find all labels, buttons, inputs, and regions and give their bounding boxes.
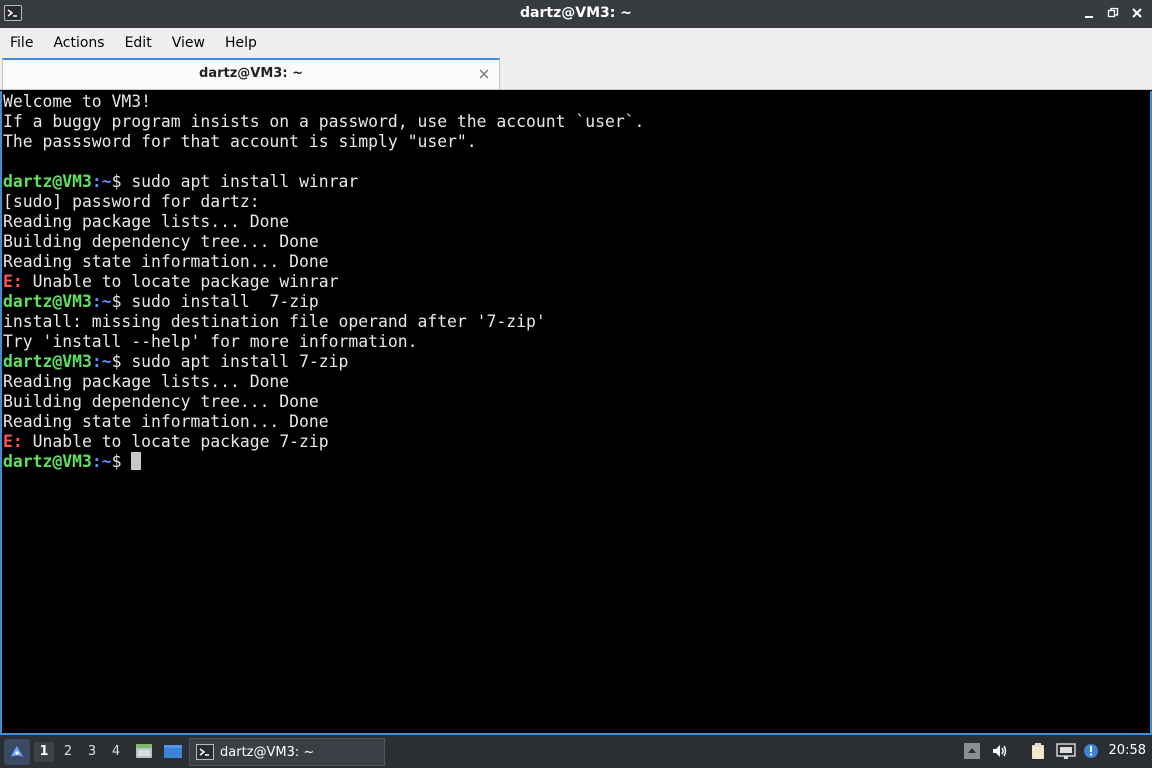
desktop-1[interactable]: 1 [34,742,54,762]
terminal-line: Reading package lists... Done [3,372,644,392]
network-icon[interactable] [1056,742,1076,760]
output-text: install: missing destination file operan… [3,312,546,331]
prompt-symbol: $ [111,292,132,311]
menu-edit[interactable]: Edit [125,31,152,55]
terminal-line: install: missing destination file operan… [3,312,644,332]
command-text: sudo apt install 7-zip [131,352,349,371]
output-text: Building dependency tree... Done [3,232,319,251]
window-title: dartz@VM3: ~ [520,5,632,21]
terminal-line: dartz@VM3:~$ sudo apt install 7-zip [3,352,644,372]
tab-bar: dartz@VM3: ~ [0,58,1152,90]
output-text: [sudo] password for dartz: [3,192,260,211]
menu-view[interactable]: View [172,31,205,55]
terminal-line: E: Unable to locate package winrar [3,272,644,292]
menu-file[interactable]: File [10,31,33,55]
error-prefix: E: [3,272,23,291]
terminal-output: Welcome to VM3! If a buggy program insist… [3,92,644,472]
restore-button[interactable] [1106,4,1120,22]
terminal-line: dartz@VM3:~$ sudo install 7-zip [3,292,644,312]
prompt-user: dartz@VM3 [3,172,92,191]
title-bar: dartz@VM3: ~ [0,0,1152,28]
prompt-user: dartz@VM3 [3,452,92,471]
output-text: Reading package lists... Done [3,212,290,231]
terminal-line: [sudo] password for dartz: [3,192,644,212]
menu-actions[interactable]: Actions [53,31,104,55]
volume-icon[interactable] [991,742,1009,760]
error-text: Unable to locate package winrar [22,272,339,291]
prompt-symbol: $ [111,352,132,371]
prompt-path: :~ [91,352,112,371]
terminal-line: Reading state information... Done [3,252,644,272]
tab-label: dartz@VM3: ~ [199,66,303,81]
app-menu-icon [11,746,23,757]
show-desktop-icon[interactable] [163,741,183,761]
menu-help[interactable]: Help [225,31,257,55]
prompt-symbol: $ [111,172,132,191]
command-text: sudo apt install winrar [131,172,359,191]
tab-terminal[interactable]: dartz@VM3: ~ [2,58,500,89]
prompt-symbol: $ [111,452,132,471]
prompt-path: :~ [91,452,112,471]
terminal-line: E: Unable to locate package 7-zip [3,432,644,452]
clock[interactable]: 20:58 [1109,743,1146,758]
clipboard-icon[interactable] [1029,742,1047,760]
desktop-4[interactable]: 4 [106,742,126,762]
taskbar-terminal-task[interactable]: dartz@VM3: ~ [189,738,385,766]
taskbar: 1 2 3 4 dartz@VM3: ~ 20:58 [0,735,1152,768]
terminal-line: dartz@VM3:~$ [3,452,644,472]
terminal-line: Reading package lists... Done [3,212,644,232]
desktop-2[interactable]: 2 [58,742,78,762]
prompt-user: dartz@VM3 [3,292,92,311]
output-text: Reading state information... Done [3,412,329,431]
output-text: Building dependency tree... Done [3,392,319,411]
close-button[interactable] [1130,4,1144,22]
terminal-line: Reading state information... Done [3,412,644,432]
prompt-path: :~ [91,292,112,311]
output-text: If a buggy program insists on a password… [3,112,645,131]
desktop-3[interactable]: 3 [82,742,102,762]
terminal-line: Building dependency tree... Done [3,392,644,412]
minimize-button[interactable] [1082,4,1096,22]
file-manager-icon[interactable] [134,741,154,761]
command-text: sudo install 7-zip [131,292,319,311]
task-label: dartz@VM3: ~ [220,744,315,760]
terminal-line: If a buggy program insists on a password… [3,112,644,132]
terminal-view[interactable]: Welcome to VM3! If a buggy program insist… [0,91,1152,735]
output-text: The passsword for that account is simply… [3,132,477,151]
close-tab-icon[interactable] [477,66,491,80]
text-cursor [131,452,142,470]
output-text: Try 'install --help' for more informatio… [3,332,418,351]
terminal-line: dartz@VM3:~$ sudo apt install winrar [3,172,644,192]
prompt-path: :~ [91,172,112,191]
output-text: Welcome to VM3! [3,92,152,111]
prompt-user: dartz@VM3 [3,352,92,371]
terminal-task-icon [196,744,214,760]
menu-bar: File Actions Edit View Help [0,28,1152,58]
terminal-line: Building dependency tree... Done [3,232,644,252]
error-text: Unable to locate package 7-zip [22,432,329,451]
update-notifier-icon[interactable] [1082,742,1100,760]
terminal-line: Welcome to VM3! [3,92,644,112]
output-text: Reading state information... Done [3,252,329,271]
start-menu-button[interactable] [4,739,30,765]
terminal-line: The passsword for that account is simply… [3,132,644,152]
up-arrow-icon[interactable] [963,742,981,760]
terminal-line: Try 'install --help' for more informatio… [3,332,644,352]
error-prefix: E: [3,432,23,451]
output-text: Reading package lists... Done [3,372,290,391]
